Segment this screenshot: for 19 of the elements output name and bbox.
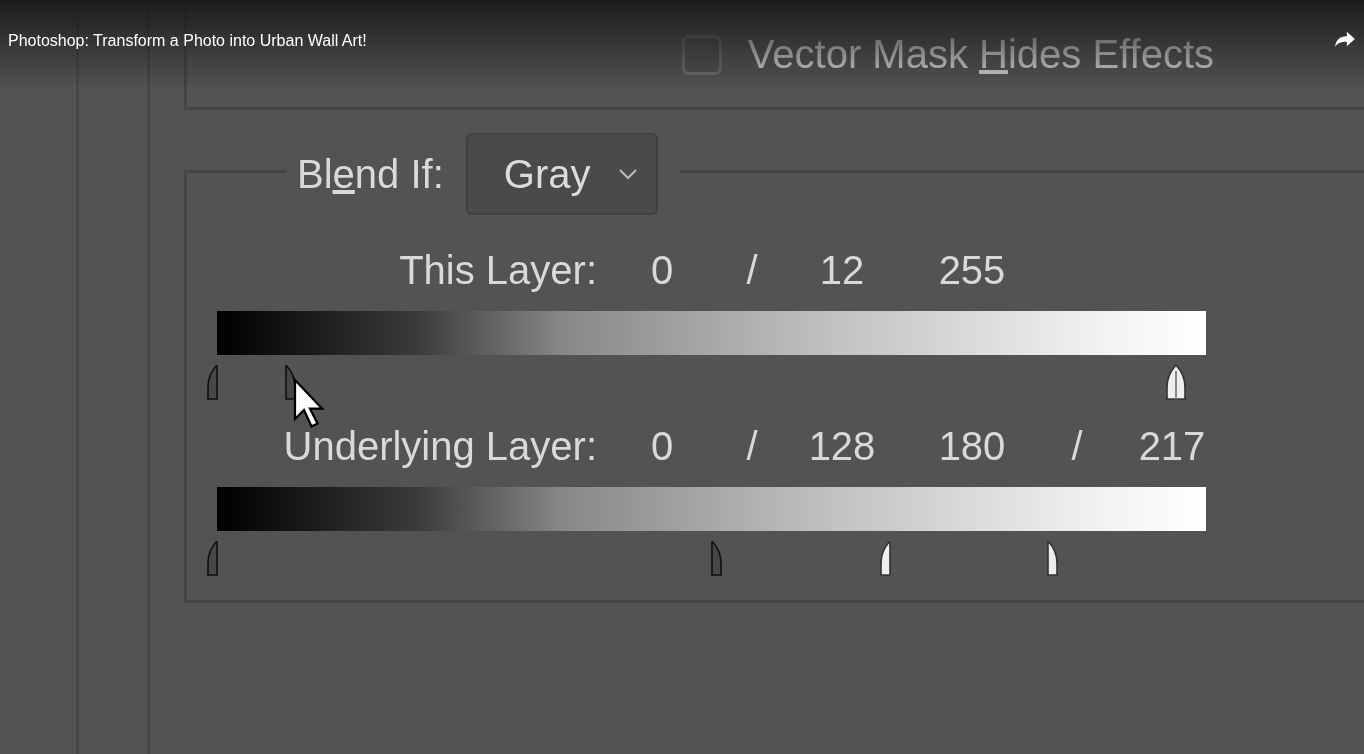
value-text: /: [1070, 423, 1084, 469]
value-text: 255: [937, 247, 1007, 293]
checkbox-label: Vector Mask Hides Effects: [747, 32, 1214, 77]
slider-handle[interactable]: [1166, 365, 1187, 401]
value-text: 180: [937, 423, 1007, 469]
value-text: 217: [1137, 423, 1207, 469]
share-icon[interactable]: [1334, 30, 1356, 48]
video-title: Photoshop: Transform a Photo into Urban Wall Art!: [8, 32, 367, 50]
value-text: 12: [818, 247, 866, 293]
checkbox[interactable]: [681, 34, 722, 75]
chevron-down-icon: [618, 168, 639, 180]
blend-if-dropdown[interactable]: Gray: [465, 133, 659, 215]
layer-label: This Layer:: [398, 247, 597, 293]
layer-label: Underlying Layer:: [282, 423, 597, 469]
value-text: /: [745, 423, 759, 469]
value-text: /: [745, 247, 759, 293]
value-text: 0: [649, 247, 675, 293]
value-text: 0: [649, 423, 675, 469]
value-text: 128: [807, 423, 877, 469]
